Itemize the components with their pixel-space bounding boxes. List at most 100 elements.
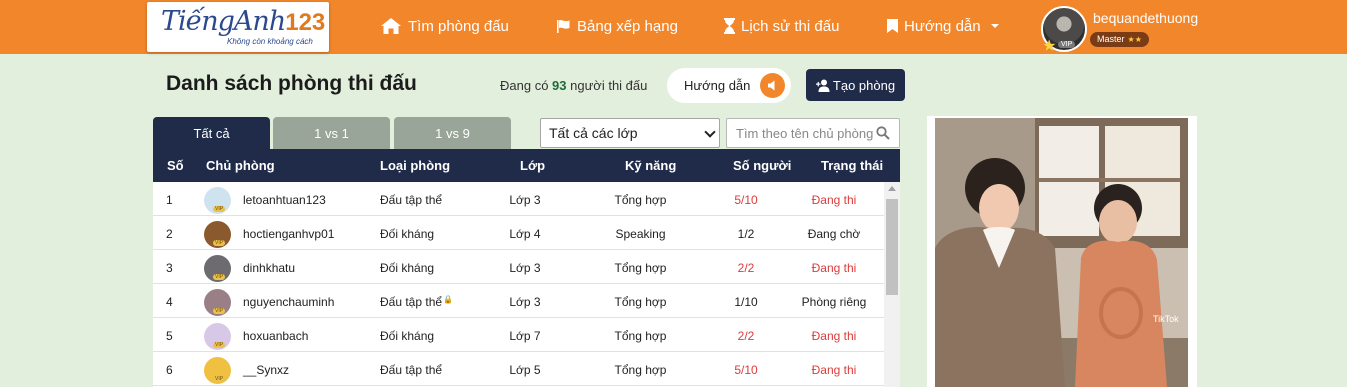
logo-tagline: Không còn khoảng cách xyxy=(227,37,313,46)
bookmark-icon xyxy=(887,19,898,33)
host-name: letoanhtuan123 xyxy=(243,193,326,207)
room-type: Đối kháng xyxy=(380,329,434,343)
player-count: 5/10 xyxy=(734,363,758,377)
star-icon: ★ xyxy=(1042,38,1057,55)
online-suffix: người thi đấu xyxy=(570,78,648,93)
row-number: 2 xyxy=(166,227,173,241)
player-count: 1/10 xyxy=(734,295,758,309)
scrollbar-thumb[interactable] xyxy=(886,199,898,295)
skill: Tổng hợp xyxy=(614,261,667,275)
room-type: Đối kháng xyxy=(380,227,434,241)
add-user-icon xyxy=(815,79,830,92)
room-type-label: Đấu tập thể xyxy=(380,295,443,309)
table-row[interactable]: 4 VIP nguyenchauminh Đấu tập thể🔒 Lớp 3 Tổng … xyxy=(153,284,884,318)
host-name: hoxuanbach xyxy=(243,329,309,343)
table-scrollbar[interactable] xyxy=(884,182,900,387)
video-thumbnail xyxy=(935,118,1188,387)
nav-label: Lịch sử thi đấu xyxy=(741,17,840,35)
room-type: Đấu tập thể🔒 xyxy=(380,295,453,309)
host-avatar: VIP xyxy=(204,221,231,248)
host-avatar: VIP xyxy=(204,357,231,384)
nav-match-history[interactable]: Lịch sử thi đấu xyxy=(724,15,839,37)
grade-select[interactable]: Tất cả các lớp xyxy=(540,118,720,148)
site-logo[interactable]: TiếngAnh123 Không còn khoảng cách xyxy=(147,2,329,52)
room-type-label: Đối kháng xyxy=(380,261,435,275)
room-status: Đang thi xyxy=(811,329,857,343)
skill: Speaking xyxy=(615,227,666,241)
chevron-down-icon xyxy=(990,24,999,28)
nav-leaderboard[interactable]: Bảng xếp hạng xyxy=(556,15,678,37)
table-row[interactable]: 1 VIP letoanhtuan123 Đấu tập thể Lớp 3 Tổng h… xyxy=(153,182,884,216)
vip-badge: VIP xyxy=(213,274,226,280)
host-avatar: VIP xyxy=(204,187,231,214)
room-type-label: Đối kháng xyxy=(380,227,435,241)
player-count: 5/10 xyxy=(734,193,758,207)
speaker-icon xyxy=(768,80,775,91)
room-status: Phòng riêng xyxy=(801,295,867,309)
skill: Tổng hợp xyxy=(614,363,667,377)
logo-number: 123 xyxy=(285,9,326,36)
grade: Lớp 4 xyxy=(509,227,541,241)
user-name[interactable]: bequandethuong xyxy=(1093,10,1198,26)
rank-stars: ★★ xyxy=(1127,35,1142,44)
online-count-text: Đang có 93 người thi đấu xyxy=(500,78,647,93)
table-row[interactable]: 3 VIP dinhkhatu Đối kháng Lớp 3 Tổng hợp 2/2 Đa… xyxy=(153,250,884,284)
grade: Lớp 3 xyxy=(509,193,541,207)
vip-badge: VIP xyxy=(213,240,226,246)
create-room-button[interactable]: Tạo phòng xyxy=(806,69,905,101)
player-count: 2/2 xyxy=(737,329,755,343)
room-table: 1 VIP letoanhtuan123 Đấu tập thể Lớp 3 Tổng h… xyxy=(153,182,900,387)
grade: Lớp 5 xyxy=(509,363,541,377)
hourglass-icon xyxy=(724,18,735,34)
home-icon xyxy=(381,18,401,34)
host-name: dinhkhatu xyxy=(243,261,296,275)
room-status: Đang thi xyxy=(811,193,857,207)
table-row[interactable]: 6 VIP __Synxz Đấu tập thể Lớp 5 Tổng hợp 5/10 Đ… xyxy=(153,352,884,386)
host-avatar: VIP xyxy=(204,255,231,282)
row-number: 4 xyxy=(166,295,173,309)
vip-badge: VIP xyxy=(213,342,226,348)
col-no: Số xyxy=(167,158,184,173)
col-grade: Lớp xyxy=(520,158,546,173)
table-row[interactable]: 5 VIP hoxuanbach Đối kháng Lớp 7 Tổng hợp 2/2 Đ… xyxy=(153,318,884,352)
lock-icon: 🔒 xyxy=(443,295,454,304)
vip-badge: VIP xyxy=(213,376,226,382)
rank-label: Master xyxy=(1097,34,1125,44)
col-skill: Kỹ năng xyxy=(625,158,677,173)
host-avatar: VIP xyxy=(204,323,231,350)
guide-button[interactable]: Hướng dẫn xyxy=(667,68,791,103)
search-box xyxy=(726,118,900,148)
grade: Lớp 3 xyxy=(509,295,541,309)
search-input[interactable] xyxy=(727,119,875,147)
skill: Tổng hợp xyxy=(614,193,667,207)
tab-1vs9[interactable]: 1 vs 9 xyxy=(394,117,511,149)
room-type: Đối kháng xyxy=(380,261,434,275)
host-name: nguyenchauminh xyxy=(243,295,335,309)
flag-icon xyxy=(557,19,570,33)
col-players: Số người xyxy=(733,158,792,173)
room-status: Đang chờ xyxy=(807,227,861,241)
table-row[interactable]: 2 VIP hoctienganhvp01 Đối kháng Lớp 4 Speakin… xyxy=(153,216,884,250)
row-number: 1 xyxy=(166,193,173,207)
logo-text: TiếngAnh xyxy=(161,6,286,37)
host-name: __Synxz xyxy=(243,363,290,377)
room-type-label: Đấu tập thể xyxy=(380,363,443,377)
player-count: 2/2 xyxy=(737,261,755,275)
search-icon[interactable] xyxy=(876,126,890,140)
row-number: 6 xyxy=(166,363,173,377)
tab-all[interactable]: Tất cả xyxy=(153,117,270,149)
nav-label: Bảng xếp hạng xyxy=(577,17,678,35)
room-type-label: Đối kháng xyxy=(380,329,435,343)
nav-find-room[interactable]: Tìm phòng đấu xyxy=(380,15,509,37)
table-header: Số Chủ phòng Loại phòng Lớp Kỹ năng Số n… xyxy=(153,149,900,182)
nav-guide-dropdown[interactable]: Hướng dẫn xyxy=(887,15,999,37)
tab-1vs1[interactable]: 1 vs 1 xyxy=(273,117,390,149)
vip-badge: VIP xyxy=(213,308,226,314)
col-room-type: Loại phòng xyxy=(380,158,451,173)
scroll-up-arrow-icon[interactable] xyxy=(888,186,896,191)
page-title: Danh sách phòng thi đấu xyxy=(166,72,417,95)
rank-badge: Master ★★ xyxy=(1090,32,1149,47)
grade: Lớp 7 xyxy=(509,329,541,343)
video-frame[interactable]: TikTok xyxy=(935,118,1188,387)
video-panel[interactable]: TikTok xyxy=(927,116,1197,387)
